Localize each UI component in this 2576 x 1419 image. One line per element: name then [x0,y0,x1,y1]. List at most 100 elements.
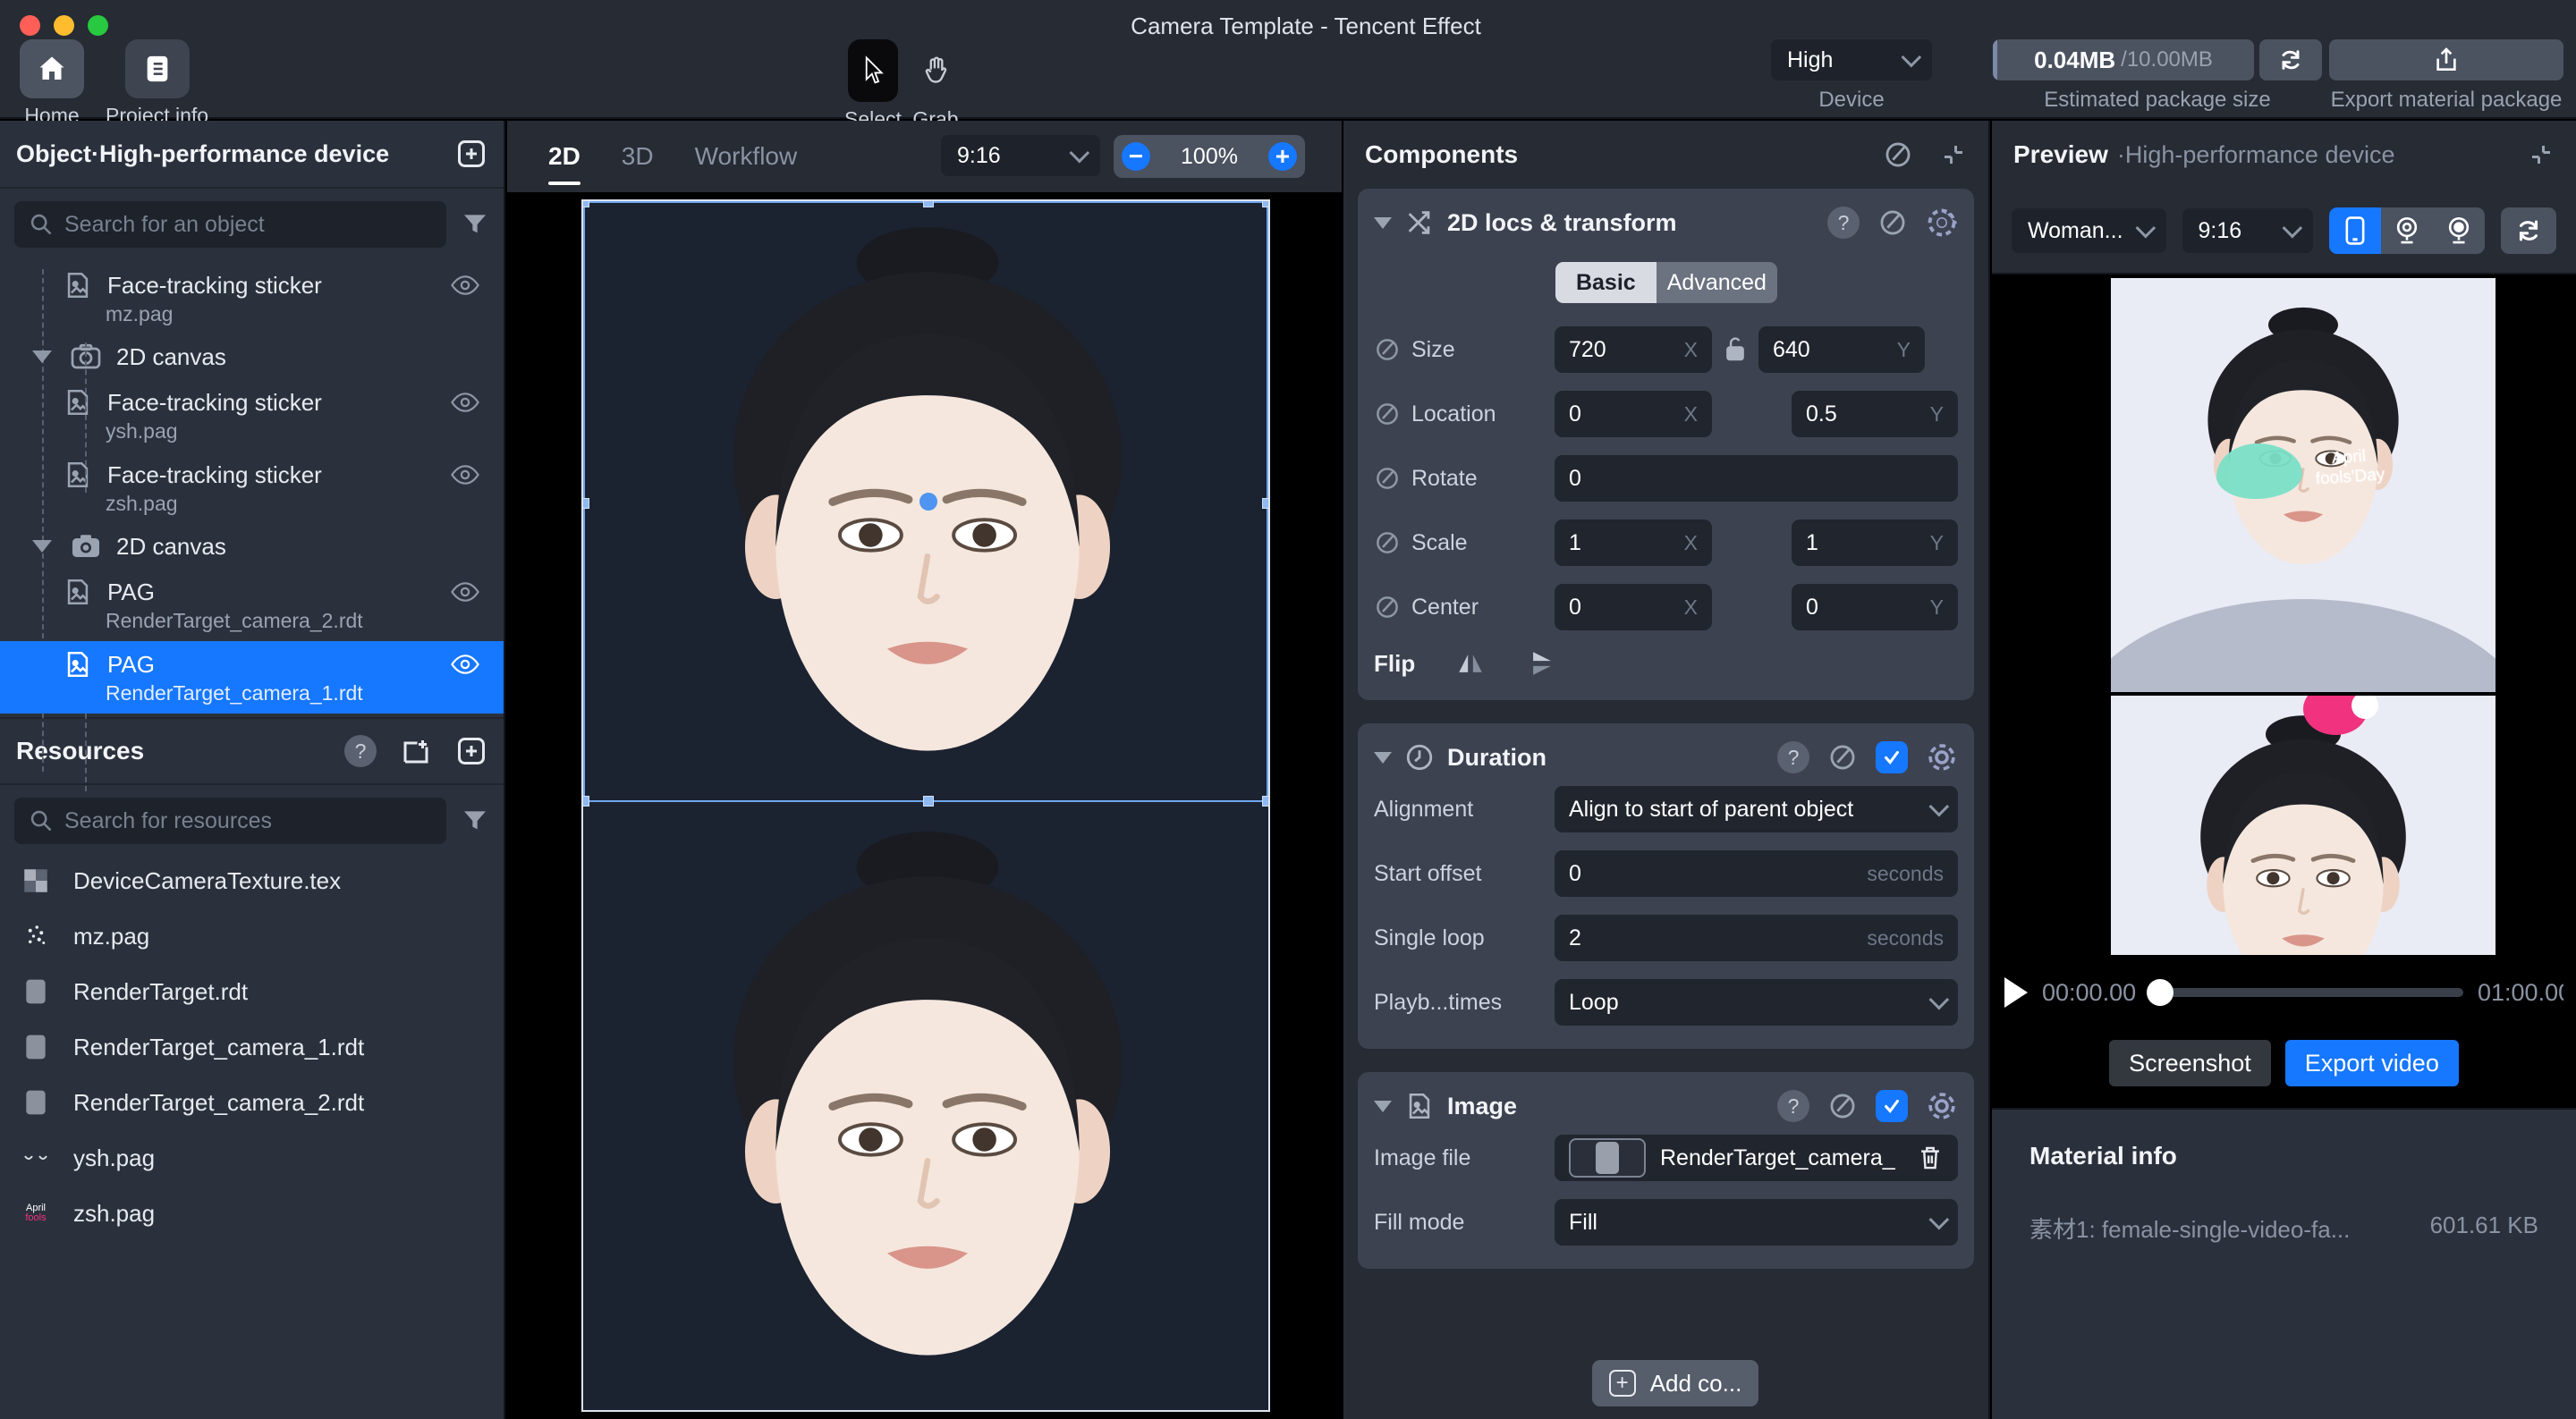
tab-workflow[interactable]: Workflow [695,142,798,171]
visibility-eye-icon[interactable] [450,275,480,296]
tree-item-pag-camera1-selected[interactable]: PAG RenderTarget_camera_1.rdt [0,641,504,714]
object-search-input[interactable] [64,212,432,238]
add-resource-button[interactable] [455,735,487,767]
timeline-slider[interactable] [2150,988,2463,997]
refresh-preview-button[interactable] [2501,207,2556,254]
scale-x-field[interactable]: X [1555,519,1712,566]
fill-mode-select[interactable]: Fill [1555,1199,1958,1246]
project-info-button[interactable]: Project info [106,39,208,128]
keyframe-dial-icon[interactable] [1374,336,1401,363]
home-button[interactable]: Home [20,39,84,128]
webcam-preview-button[interactable] [2381,207,2433,254]
mode-advanced[interactable]: Advanced [1657,262,1776,303]
tree-item-sticker-mz[interactable]: Face-tracking sticker mz.pag [0,262,504,334]
help-icon[interactable]: ? [1777,741,1809,773]
scale-x-input[interactable] [1569,530,1677,556]
anchor-point[interactable] [919,493,937,511]
collapse-panel-icon[interactable] [1940,141,1967,168]
keyframe-dial-icon[interactable] [1374,529,1401,556]
image-file-field[interactable]: RenderTarget_camera_ [1555,1135,1958,1181]
scale-y-field[interactable]: Y [1792,519,1958,566]
visibility-eye-icon[interactable] [450,581,480,603]
selection-handle[interactable] [923,199,934,207]
preview-ratio-select[interactable]: 9:16 [2182,208,2313,253]
mode-basic[interactable]: Basic [1555,262,1657,303]
resource-item[interactable]: RenderTarget.rdt [0,964,504,1019]
start-offset-field[interactable]: seconds [1555,850,1958,897]
tree-item-sticker-ysh[interactable]: Face-tracking sticker ysh.pag [0,379,504,452]
rotate-field[interactable] [1555,455,1958,502]
object-filter-icon[interactable] [461,210,489,239]
play-button[interactable] [2004,977,2028,1008]
location-x-field[interactable]: X [1555,391,1712,437]
resource-item[interactable]: RenderTarget_camera_2.rdt [0,1075,504,1130]
device-select[interactable]: High [1771,39,1932,80]
resources-help-button[interactable]: ? [344,735,377,767]
reset-icon[interactable] [1827,742,1858,773]
trash-icon[interactable] [1917,1144,1944,1172]
tree-item-2d-canvas-1[interactable]: 2D canvas [0,334,504,379]
visibility-eye-icon[interactable] [450,654,480,675]
resources-search-input[interactable] [64,808,432,834]
playback-select[interactable]: Loop [1555,979,1958,1026]
keyframe-dial-icon[interactable] [1374,465,1401,492]
object-search-box[interactable] [14,201,446,248]
size-x-field[interactable]: X [1555,326,1712,373]
canvas-ratio-select[interactable]: 9:16 [941,135,1100,176]
screenshot-button[interactable]: Screenshot [2109,1040,2271,1086]
single-loop-field[interactable]: seconds [1555,915,1958,961]
reset-icon[interactable] [1827,1091,1858,1121]
tree-item-sticker-zsh[interactable]: Face-tracking sticker zsh.pag [0,452,504,524]
flip-vertical-icon[interactable] [1527,647,1557,680]
start-offset-input[interactable] [1569,861,1860,887]
webcam-alt-preview-button[interactable] [2433,207,2485,254]
model-select[interactable]: Woman... [2012,208,2166,253]
select-tool-button[interactable]: Select [844,39,902,131]
selection-handle[interactable] [581,796,589,807]
location-y-field[interactable]: Y [1792,391,1958,437]
center-y-field[interactable]: Y [1792,584,1958,630]
alignment-select[interactable]: Align to start of parent object [1555,786,1958,832]
minimize-window-icon[interactable] [54,15,74,36]
resources-filter-icon[interactable] [461,807,489,835]
resources-search-box[interactable] [14,798,446,844]
zoom-window-icon[interactable] [88,15,108,36]
flip-horizontal-icon[interactable] [1454,648,1487,679]
tree-item-2d-canvas-2[interactable]: 2D canvas [0,524,504,569]
grab-tool-button[interactable]: Grab [911,39,961,131]
export-package-button[interactable] [2329,39,2563,80]
resource-item[interactable]: April fools zsh.pag [0,1186,504,1241]
gear-icon[interactable] [1926,1090,1958,1122]
selection-handle[interactable] [1262,796,1270,807]
section-caret-icon[interactable] [1374,217,1392,229]
selection-handle[interactable] [581,498,589,509]
visibility-eye-icon[interactable] [450,464,480,486]
size-x-input[interactable] [1569,337,1677,363]
add-object-button[interactable] [455,138,487,170]
new-folder-icon[interactable] [400,735,432,767]
size-y-input[interactable] [1773,337,1890,363]
keyframe-dial-icon[interactable] [1374,594,1401,621]
enabled-checkbox[interactable] [1876,741,1908,773]
selection-handle[interactable] [1262,498,1270,509]
section-caret-icon[interactable] [1374,752,1392,764]
help-icon[interactable]: ? [1827,207,1860,239]
phone-preview-button[interactable] [2329,207,2381,254]
help-icon[interactable]: ? [1777,1090,1809,1122]
size-y-field[interactable]: Y [1758,326,1925,373]
selection-handle[interactable] [581,199,589,207]
enabled-checkbox[interactable] [1876,1090,1908,1122]
section-caret-icon[interactable] [1374,1101,1392,1112]
slider-thumb[interactable] [2147,979,2174,1006]
resource-item[interactable]: ysh.pag [0,1130,504,1186]
tree-item-pag-camera2[interactable]: PAG RenderTarget_camera_2.rdt [0,569,504,641]
center-x-field[interactable]: X [1555,584,1712,630]
selection-handle[interactable] [1262,199,1270,207]
tab-3d[interactable]: 3D [622,142,654,171]
visibility-eye-icon[interactable] [450,392,480,413]
tab-2d[interactable]: 2D [548,142,580,171]
location-x-input[interactable] [1569,401,1677,427]
refresh-package-button[interactable] [2259,39,2322,80]
location-y-input[interactable] [1806,401,1923,427]
selection-handle[interactable] [923,796,934,807]
